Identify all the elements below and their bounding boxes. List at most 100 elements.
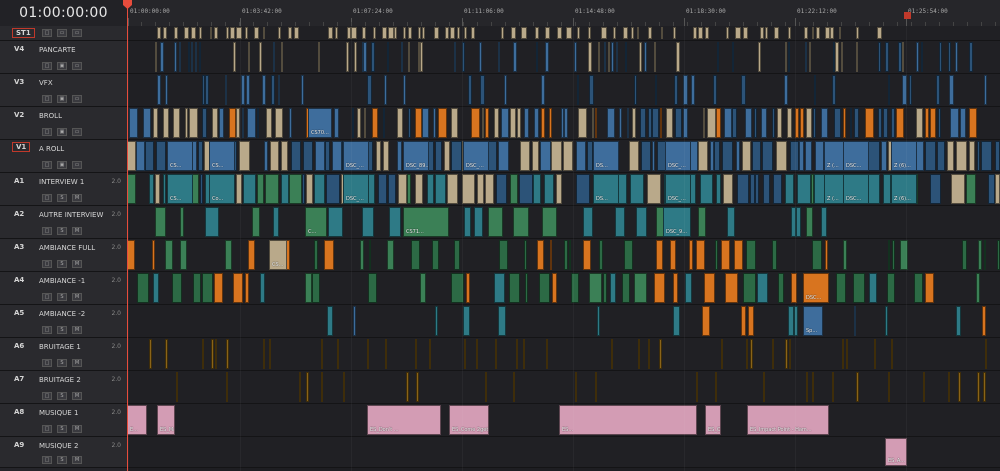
clip[interactable]: [754, 174, 760, 204]
clip[interactable]: [698, 141, 709, 171]
clip[interactable]: [152, 108, 159, 138]
track-lane-a5[interactable]: Sp...: [127, 305, 1000, 338]
clip[interactable]: [829, 27, 834, 39]
clip[interactable]: [761, 108, 767, 138]
clip[interactable]: [145, 141, 155, 171]
clip[interactable]: [510, 174, 518, 204]
clip[interactable]: [480, 75, 485, 105]
clip[interactable]: [777, 108, 783, 138]
clip[interactable]: [160, 42, 165, 72]
clip[interactable]: C...: [305, 207, 327, 237]
clip[interactable]: [902, 42, 905, 72]
clip[interactable]: [564, 108, 568, 138]
solo-button[interactable]: S: [57, 227, 67, 235]
clip[interactable]: [363, 42, 368, 72]
clip[interactable]: [575, 141, 587, 171]
clip[interactable]: [840, 42, 844, 72]
clip[interactable]: [983, 75, 987, 105]
clip[interactable]: [594, 372, 597, 402]
clip[interactable]: [464, 207, 471, 237]
clip[interactable]: [765, 27, 768, 39]
clip[interactable]: Z (6)...: [891, 174, 917, 204]
clip[interactable]: [164, 75, 169, 105]
clip[interactable]: [763, 174, 770, 204]
clip[interactable]: [951, 174, 966, 204]
film-icon[interactable]: ▣: [57, 128, 67, 136]
clip[interactable]: [916, 108, 924, 138]
clip[interactable]: [415, 339, 418, 369]
clip[interactable]: [199, 27, 203, 39]
clip[interactable]: [715, 174, 721, 204]
clip[interactable]: [369, 240, 372, 270]
clip[interactable]: [775, 141, 787, 171]
clip[interactable]: DS...: [593, 174, 619, 204]
clip[interactable]: [565, 27, 572, 39]
clip[interactable]: [154, 174, 161, 204]
clip[interactable]: [955, 306, 961, 336]
clip[interactable]: [378, 174, 388, 204]
mute-button[interactable]: M: [72, 227, 82, 235]
clip[interactable]: [856, 42, 859, 72]
track-name[interactable]: INTERVIEW 1: [39, 178, 84, 186]
clip[interactable]: [389, 207, 401, 237]
clip[interactable]: [299, 372, 302, 402]
clip[interactable]: [691, 75, 695, 105]
clip[interactable]: [512, 372, 515, 402]
clip[interactable]: [465, 273, 470, 303]
track-name[interactable]: PANCARTE: [39, 46, 76, 54]
track-name[interactable]: BRUITAGE 1: [39, 343, 81, 351]
clip[interactable]: [468, 75, 473, 105]
clip[interactable]: [633, 273, 648, 303]
track-id[interactable]: ST1: [12, 28, 35, 38]
clip[interactable]: [949, 75, 955, 105]
clip[interactable]: [714, 141, 720, 171]
film-icon[interactable]: ▣: [57, 95, 67, 103]
track-header-v3[interactable]: V3 VFX □ ▣ ▭: [0, 74, 127, 107]
track-name[interactable]: AMBIANCE -1: [39, 277, 85, 285]
clip[interactable]: [603, 42, 606, 72]
clip[interactable]: [149, 339, 152, 369]
clip[interactable]: [352, 306, 357, 336]
clip[interactable]: [616, 42, 619, 72]
timeline-marker-icon[interactable]: [904, 12, 911, 19]
clip[interactable]: [948, 42, 951, 72]
clip[interactable]: [669, 240, 676, 270]
clip[interactable]: [865, 108, 874, 138]
clip[interactable]: [302, 174, 306, 204]
clip[interactable]: [647, 108, 652, 138]
clip[interactable]: [784, 174, 795, 204]
lock-icon[interactable]: □: [42, 227, 52, 235]
clip[interactable]: [375, 141, 381, 171]
clip[interactable]: [157, 27, 161, 39]
clip[interactable]: [785, 42, 788, 72]
clip[interactable]: [654, 42, 657, 72]
clip[interactable]: [155, 141, 166, 171]
clip[interactable]: [233, 42, 237, 72]
clip[interactable]: [832, 42, 835, 72]
clip[interactable]: [277, 27, 282, 39]
clip[interactable]: [570, 273, 579, 303]
clip[interactable]: [856, 27, 859, 39]
clip[interactable]: [853, 306, 856, 336]
clip[interactable]: [536, 240, 545, 270]
clip[interactable]: [157, 75, 161, 105]
clip[interactable]: [653, 273, 666, 303]
clip[interactable]: [727, 207, 735, 237]
clip[interactable]: [701, 306, 710, 336]
clip[interactable]: [975, 273, 981, 303]
clip[interactable]: [772, 339, 775, 369]
clip[interactable]: DSC_...: [463, 141, 489, 171]
mute-button[interactable]: M: [72, 194, 82, 202]
clip[interactable]: [814, 141, 825, 171]
track-id[interactable]: A3: [14, 243, 24, 251]
clip[interactable]: [517, 108, 522, 138]
clip[interactable]: [226, 27, 229, 39]
clip[interactable]: ES_Don't ...: [367, 405, 441, 435]
clip[interactable]: [259, 42, 263, 72]
clip[interactable]: [821, 108, 829, 138]
track-id[interactable]: A6: [14, 342, 24, 350]
clip[interactable]: [754, 108, 758, 138]
clip[interactable]: [891, 108, 896, 138]
clip[interactable]: [184, 27, 189, 39]
track-id[interactable]: A5: [14, 309, 24, 317]
